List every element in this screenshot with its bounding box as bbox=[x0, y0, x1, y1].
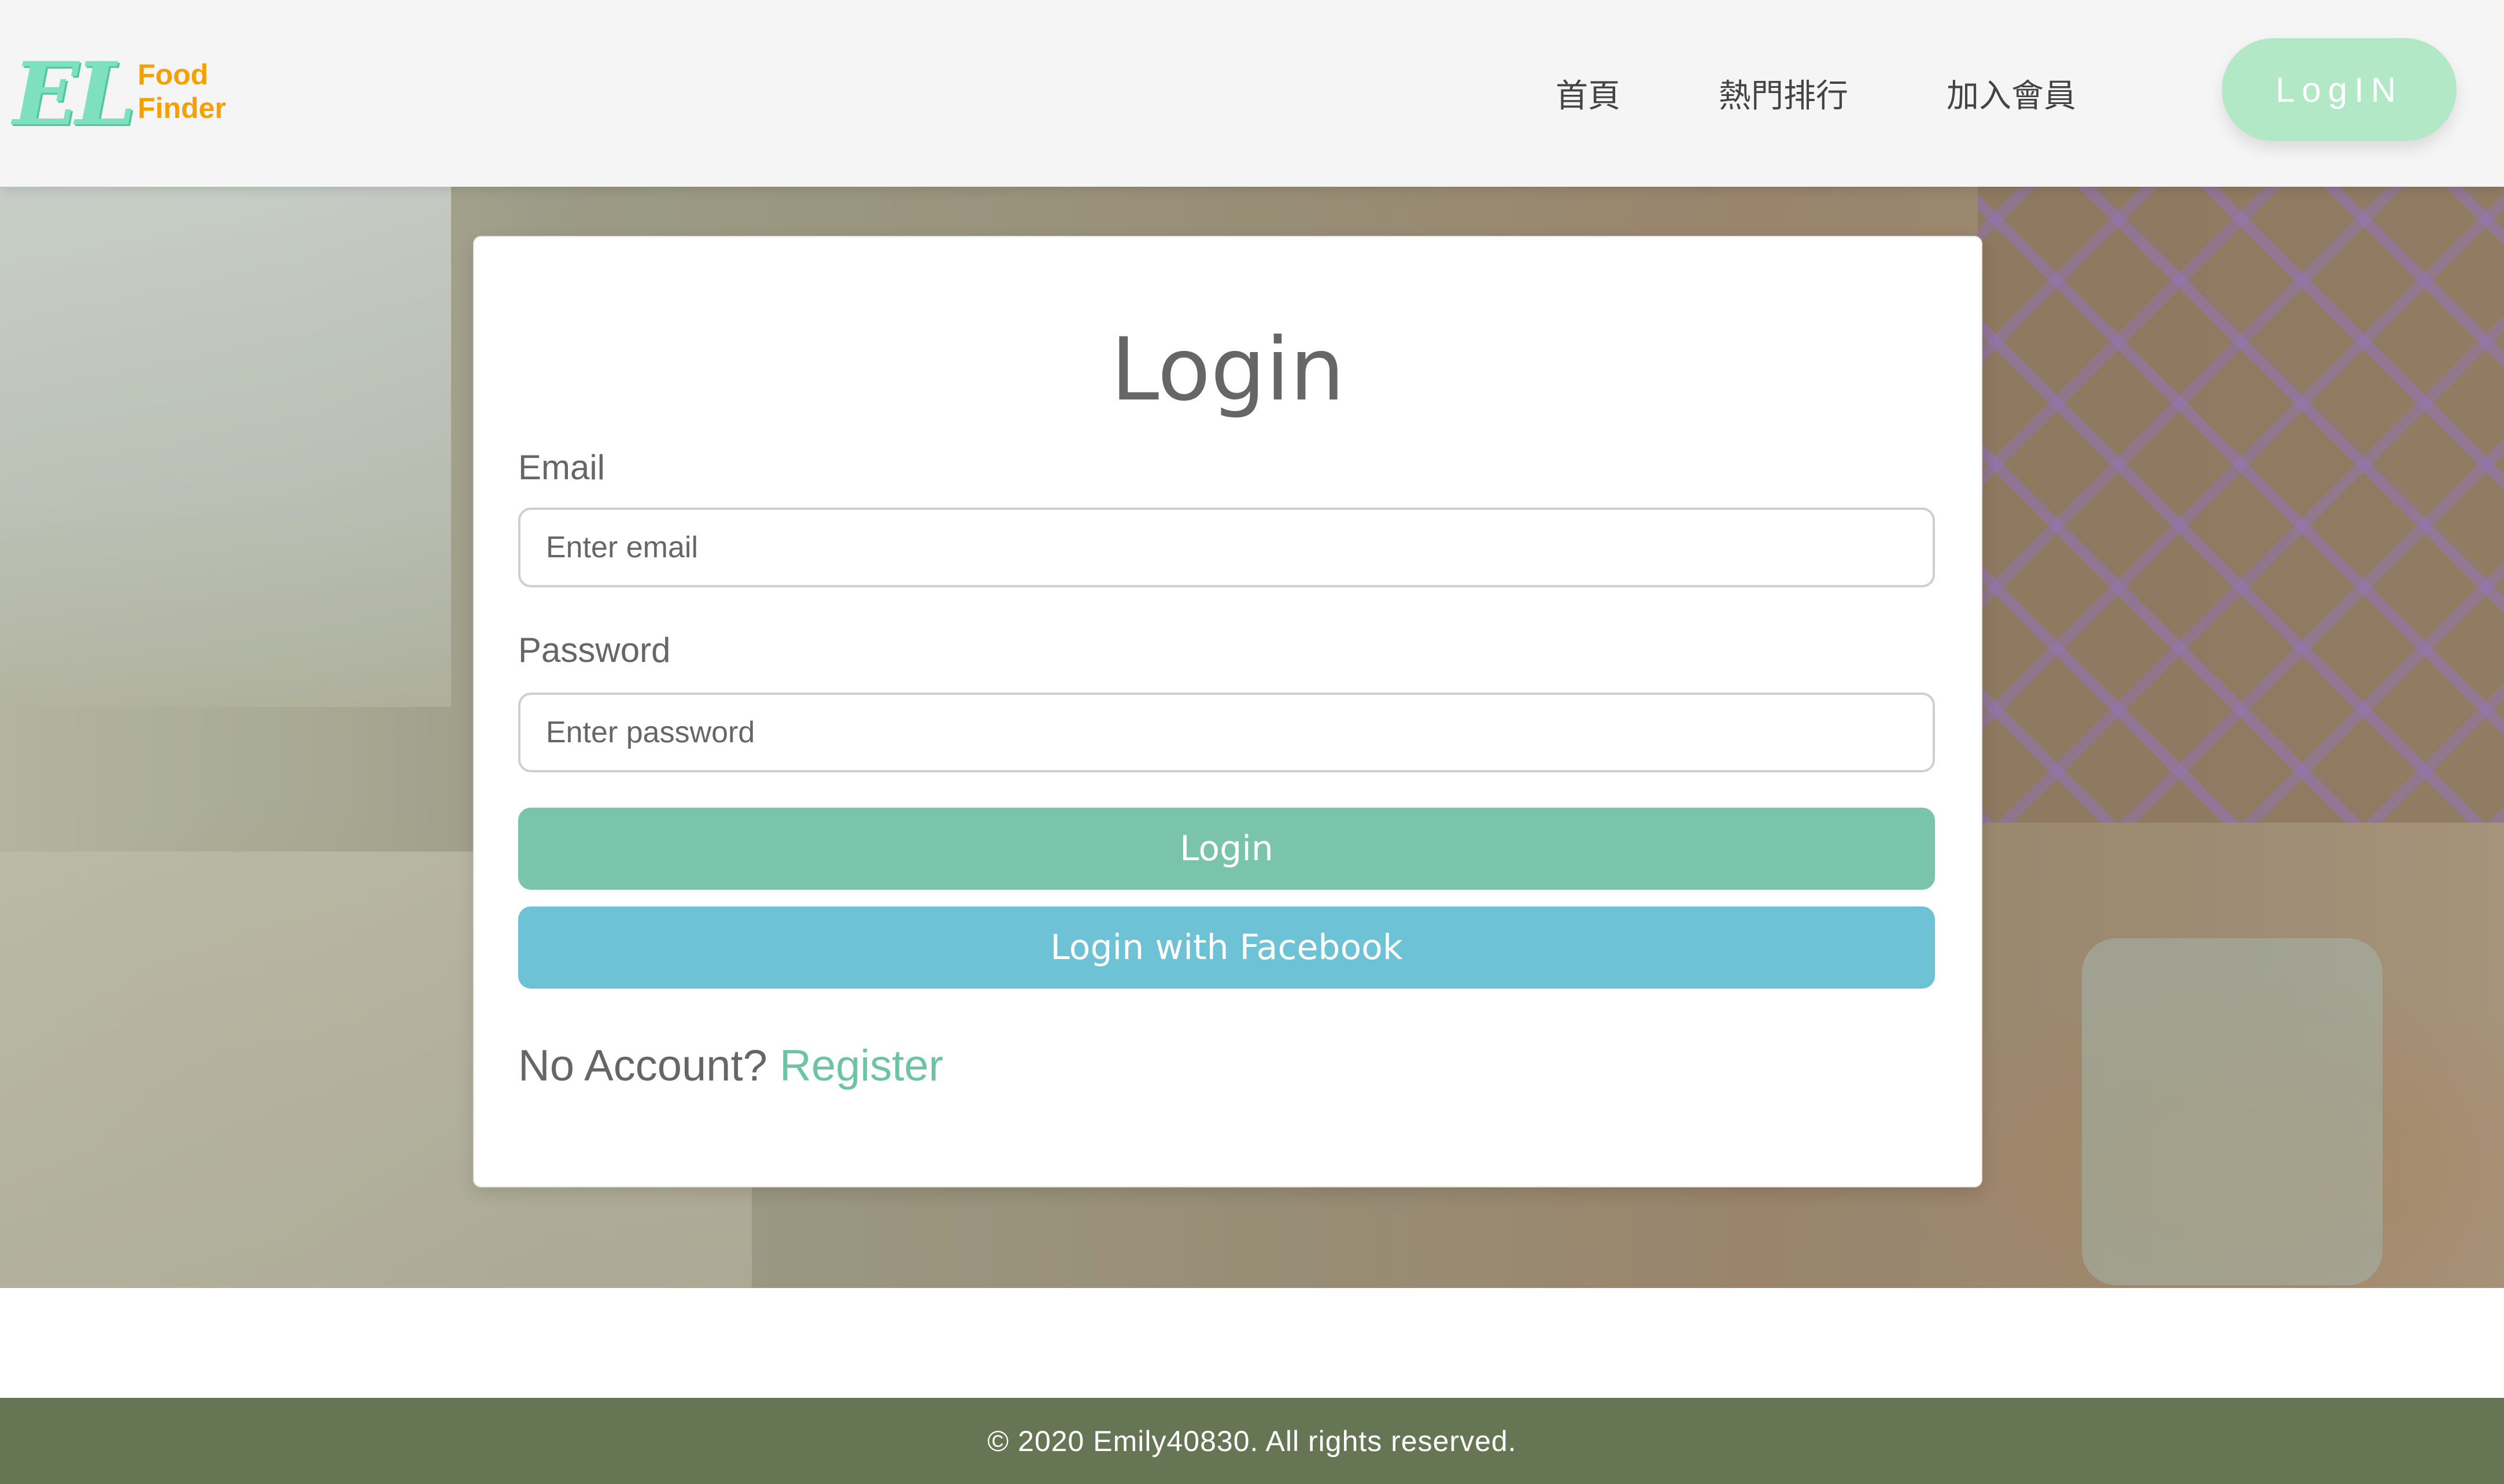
register-prompt: No Account? Register bbox=[518, 1041, 943, 1091]
top-navbar: EL Food Finder 首頁 熱門排行 加入會員 LogIN bbox=[0, 0, 2504, 187]
copyright-text: © 2020 Emily40830. All rights reserved. bbox=[987, 1424, 1517, 1457]
email-input[interactable] bbox=[518, 508, 1935, 587]
nav-link-home[interactable]: 首頁 bbox=[1556, 70, 1620, 117]
password-label: Password bbox=[518, 631, 671, 669]
login-title: Login bbox=[1110, 320, 1345, 420]
brand-mark: EL bbox=[13, 43, 136, 145]
brand-name-line1: Food bbox=[138, 58, 209, 91]
nav-login-button[interactable]: LogIN bbox=[2222, 38, 2457, 141]
email-label: Email bbox=[518, 448, 605, 487]
password-input[interactable] bbox=[518, 693, 1935, 772]
login-submit-button[interactable]: Login bbox=[518, 808, 1935, 890]
register-link[interactable]: Register bbox=[780, 1041, 943, 1090]
nav-link-join[interactable]: 加入會員 bbox=[1947, 70, 2076, 117]
brand-logo[interactable]: EL Food Finder bbox=[13, 45, 256, 143]
brand-name: Food Finder bbox=[138, 58, 226, 125]
no-account-text: No Account? bbox=[518, 1041, 767, 1090]
nav-link-ranking[interactable]: 熱門排行 bbox=[1719, 70, 1848, 117]
brand-name-line2: Finder bbox=[138, 92, 226, 124]
login-card: Login Email Password Login Login with Fa… bbox=[473, 236, 1982, 1187]
facebook-login-button[interactable]: Login with Facebook bbox=[518, 906, 1935, 989]
login-page: EL Food Finder 首頁 熱門排行 加入會員 LogIN Login … bbox=[0, 0, 2504, 1484]
main-nav: 首頁 熱門排行 加入會員 bbox=[1556, 0, 2174, 187]
page-footer: © 2020 Emily40830. All rights reserved. bbox=[0, 1398, 2504, 1484]
